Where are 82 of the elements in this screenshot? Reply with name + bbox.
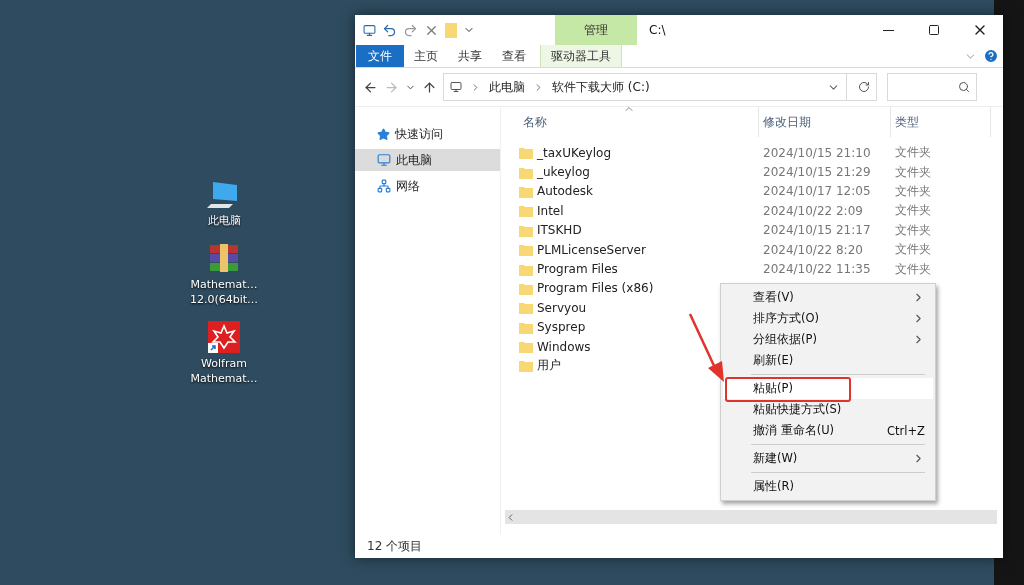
ribbon-tab[interactable]: 查看 <box>492 45 536 67</box>
sidebar-item[interactable]: 快速访问 <box>355 123 500 145</box>
folder-icon <box>519 340 533 354</box>
refresh-button[interactable] <box>847 73 877 101</box>
folder-icon <box>519 262 533 276</box>
forward-icon[interactable] <box>384 79 399 95</box>
address-bar[interactable]: 此电脑 软件下载大师 (C:) <box>443 73 847 101</box>
help-icon[interactable] <box>983 48 999 64</box>
date-cell-text: 2024/10/15 21:10 <box>762 145 872 160</box>
type-cell-text: 文件夹 <box>894 163 932 181</box>
menu-item[interactable]: 刷新(E) <box>723 350 933 371</box>
context-tab-header: 管理 <box>555 15 637 45</box>
annotation-arrow <box>688 312 726 384</box>
type-cell-text: 文件夹 <box>894 182 932 200</box>
file-name-cell[interactable]: Autodesk <box>519 184 759 199</box>
file-name-cell[interactable]: Intel <box>519 203 759 218</box>
type-cell-text: 文件夹 <box>894 144 932 162</box>
type-cell-text: 文件夹 <box>894 260 932 278</box>
desktop-icon-label[interactable]: Wolfram Mathemat… <box>190 356 258 386</box>
star-icon <box>377 127 390 141</box>
date-cell-text: 2024/10/15 21:17 <box>762 223 872 238</box>
ribbon-tab[interactable]: 驱动器工具 <box>540 45 622 67</box>
minimize-icon <box>882 29 894 31</box>
search-field[interactable] <box>887 73 977 101</box>
type-cell-text: 文件夹 <box>894 221 932 239</box>
date-cell-text: 2024/10/22 11:35 <box>762 262 872 277</box>
sidebar-item[interactable]: 此电脑 <box>355 149 500 171</box>
column-header[interactable]: 修改日期 <box>759 107 891 137</box>
folder-icon <box>519 301 533 315</box>
folder-icon <box>519 281 533 295</box>
menu-item[interactable]: 属性(R) <box>723 476 933 497</box>
maximize-icon <box>928 24 940 36</box>
folder-icon <box>519 204 533 218</box>
date-cell-text: 2024/10/15 21:29 <box>762 165 872 180</box>
menu-item[interactable]: 分组依据(P) <box>723 329 933 350</box>
network-icon <box>377 179 391 193</box>
breadcrumb[interactable]: 软件下载大师 (C:) <box>552 78 650 96</box>
refresh-icon <box>858 81 870 93</box>
window-title: C:\ <box>648 22 667 39</box>
sidebar-item[interactable]: 网络 <box>355 175 500 197</box>
type-cell-text: 文件夹 <box>894 241 932 259</box>
menu-item[interactable]: 新建(W) <box>723 448 933 469</box>
date-cell-text: 2024/10/22 8:20 <box>762 242 864 257</box>
folder-icon <box>519 359 533 373</box>
menu-item[interactable]: 粘贴(P) <box>723 378 933 399</box>
ribbon-tab[interactable]: 主页 <box>404 45 448 67</box>
status-bar-text: 12 个项目 <box>366 537 424 555</box>
column-header[interactable]: 类型 <box>891 107 991 137</box>
search-icon <box>958 81 970 93</box>
file-name-cell[interactable]: _ukeylog <box>519 165 759 180</box>
ribbon-tab[interactable]: 共享 <box>448 45 492 67</box>
folder-icon <box>519 184 533 198</box>
file-name-cell[interactable]: Program Files <box>519 262 759 277</box>
undo-icon[interactable] <box>382 22 397 38</box>
date-cell-text: 2024/10/17 12:05 <box>762 184 872 199</box>
type-cell-text: 文件夹 <box>894 202 932 220</box>
star-burst-app-icon <box>208 321 240 353</box>
up-icon[interactable] <box>422 79 437 95</box>
folder-icon <box>519 146 533 160</box>
ribbon-tab[interactable]: 文件 <box>356 45 404 67</box>
desktop-icon-label[interactable]: 此电脑 <box>207 213 241 228</box>
archive-icon <box>208 242 240 274</box>
computer-icon <box>377 153 391 167</box>
menu-item[interactable]: 查看(V) <box>723 287 933 308</box>
folder-icon <box>519 243 533 257</box>
file-name-cell[interactable]: _taxUKeylog <box>519 145 759 160</box>
menu-item[interactable]: 粘贴快捷方式(S) <box>723 399 933 420</box>
date-cell-text: 2024/10/22 2:09 <box>762 203 864 218</box>
folder-icon <box>519 320 533 334</box>
folder-icon <box>519 223 533 237</box>
horizontal-scrollbar[interactable] <box>505 510 997 524</box>
shortcut-text: Ctrl+Z <box>887 423 925 438</box>
file-name-cell[interactable]: PLMLicenseServer <box>519 242 759 257</box>
folder-icon <box>519 165 533 179</box>
menu-item[interactable]: 排序方式(O) <box>723 308 933 329</box>
redo-icon[interactable] <box>403 22 418 38</box>
back-icon[interactable] <box>363 79 378 95</box>
desktop-icon-label[interactable]: Mathemat… 12.0(64bit… <box>189 277 259 307</box>
column-header[interactable]: 名称 <box>519 107 759 137</box>
file-name-cell[interactable]: ITSKHD <box>519 223 759 238</box>
breadcrumb[interactable]: 此电脑 <box>489 78 525 96</box>
menu-item[interactable]: 撤消 重命名(U) Ctrl+Z <box>723 420 933 441</box>
